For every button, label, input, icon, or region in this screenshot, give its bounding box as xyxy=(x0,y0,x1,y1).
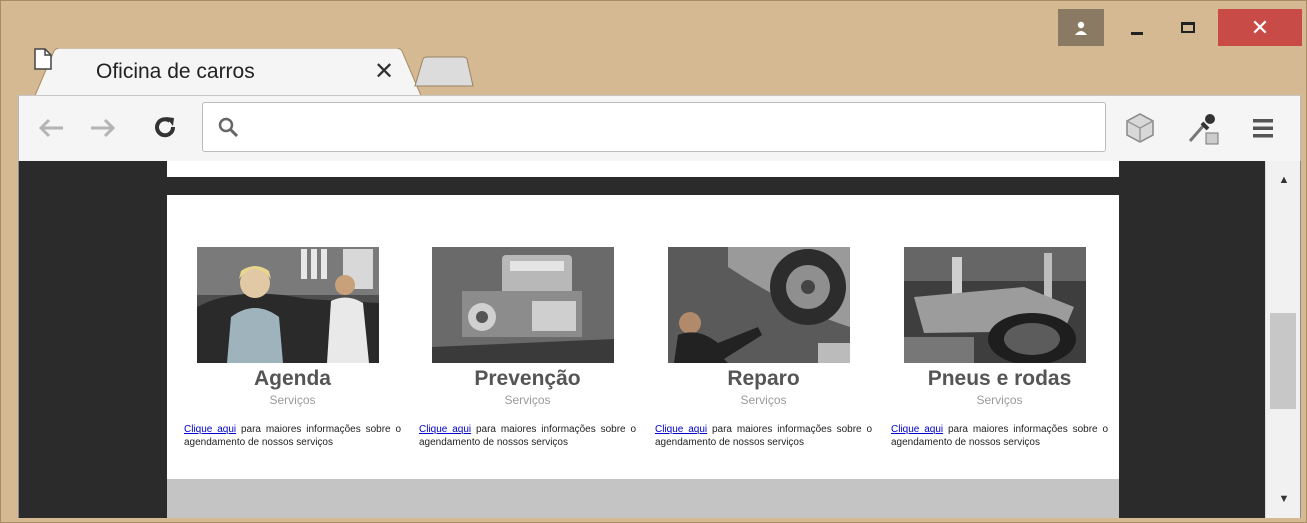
service-description-text: para maiores xyxy=(711,424,773,435)
menu-button[interactable] xyxy=(1245,110,1281,146)
hamburger-menu-icon xyxy=(1253,119,1273,138)
browser-window: ✕ Oficina de carros ✕ Agenda Serviços Cl… xyxy=(0,0,1307,523)
service-title: Pneus e rodas xyxy=(927,367,1072,390)
user-icon xyxy=(1075,21,1087,35)
reload-icon xyxy=(155,117,176,138)
service-subtitle: Serviços xyxy=(740,393,787,407)
forward-button[interactable] xyxy=(85,110,121,146)
maximize-button[interactable] xyxy=(1164,9,1212,46)
maximize-icon xyxy=(1181,22,1195,33)
service-description: Clique aqui para maiores informações sob… xyxy=(184,423,401,449)
extension-button[interactable] xyxy=(1122,110,1158,146)
service-description: Clique aqui para maiores informações sob… xyxy=(655,423,872,449)
page-footer-strip xyxy=(167,479,1119,518)
tab-title: Oficina de carros xyxy=(96,60,255,83)
service-title: Prevenção xyxy=(474,367,581,390)
close-window-button[interactable]: ✕ xyxy=(1218,9,1302,46)
eyedropper-icon xyxy=(1188,114,1219,145)
scrollbar-thumb[interactable] xyxy=(1270,313,1296,409)
page-icon xyxy=(34,48,52,70)
service-image-reparo xyxy=(668,247,850,363)
service-subtitle: Serviços xyxy=(269,393,316,407)
service-description: Clique aqui para maiores informações sob… xyxy=(891,423,1108,449)
search-icon xyxy=(218,117,239,138)
service-image-prevencao xyxy=(432,247,614,363)
service-link[interactable]: Clique aqui xyxy=(184,424,236,435)
service-description-text: para maiores xyxy=(947,424,1009,435)
browser-toolbar xyxy=(18,95,1301,161)
minimize-button[interactable] xyxy=(1118,9,1156,46)
reload-button[interactable] xyxy=(147,110,183,146)
address-bar[interactable] xyxy=(202,102,1106,152)
page-viewport: Agenda Serviços Clique aqui para maiores… xyxy=(18,161,1301,518)
tab-oficina[interactable]: Oficina de carros ✕ xyxy=(34,48,422,98)
vertical-scrollbar[interactable]: ▲ ▼ xyxy=(1265,161,1300,518)
service-description: Clique aqui para maiores informações sob… xyxy=(419,423,636,449)
cube-icon xyxy=(1126,113,1154,143)
scroll-up-arrow-icon[interactable]: ▲ xyxy=(1266,165,1300,195)
service-description-text: para maiores xyxy=(240,424,302,435)
service-title: Agenda xyxy=(253,367,331,390)
minimize-icon xyxy=(1131,32,1143,35)
service-link[interactable]: Clique aqui xyxy=(655,424,707,435)
service-subtitle: Serviços xyxy=(504,393,551,407)
scroll-down-arrow-icon[interactable]: ▼ xyxy=(1266,484,1300,514)
service-link[interactable]: Clique aqui xyxy=(891,424,943,435)
address-input[interactable] xyxy=(249,113,1093,143)
back-arrow-icon xyxy=(38,118,63,138)
services-section: Agenda Serviços Clique aqui para maiores… xyxy=(167,195,1119,479)
service-subtitle: Serviços xyxy=(976,393,1023,407)
page-top-strip xyxy=(167,161,1119,177)
service-link[interactable]: Clique aqui xyxy=(419,424,471,435)
tab-close-icon[interactable]: ✕ xyxy=(371,57,397,86)
forward-arrow-icon xyxy=(91,118,116,138)
service-image-pneus xyxy=(904,247,1086,363)
service-title: Reparo xyxy=(727,367,800,390)
profile-button[interactable] xyxy=(1058,9,1104,46)
back-button[interactable] xyxy=(33,110,69,146)
close-icon: ✕ xyxy=(1250,14,1270,40)
new-tab-button[interactable] xyxy=(413,56,475,88)
eyedropper-extension-button[interactable] xyxy=(1185,110,1221,146)
service-image-agenda xyxy=(197,247,379,363)
service-description-text: para maiores xyxy=(475,424,537,435)
